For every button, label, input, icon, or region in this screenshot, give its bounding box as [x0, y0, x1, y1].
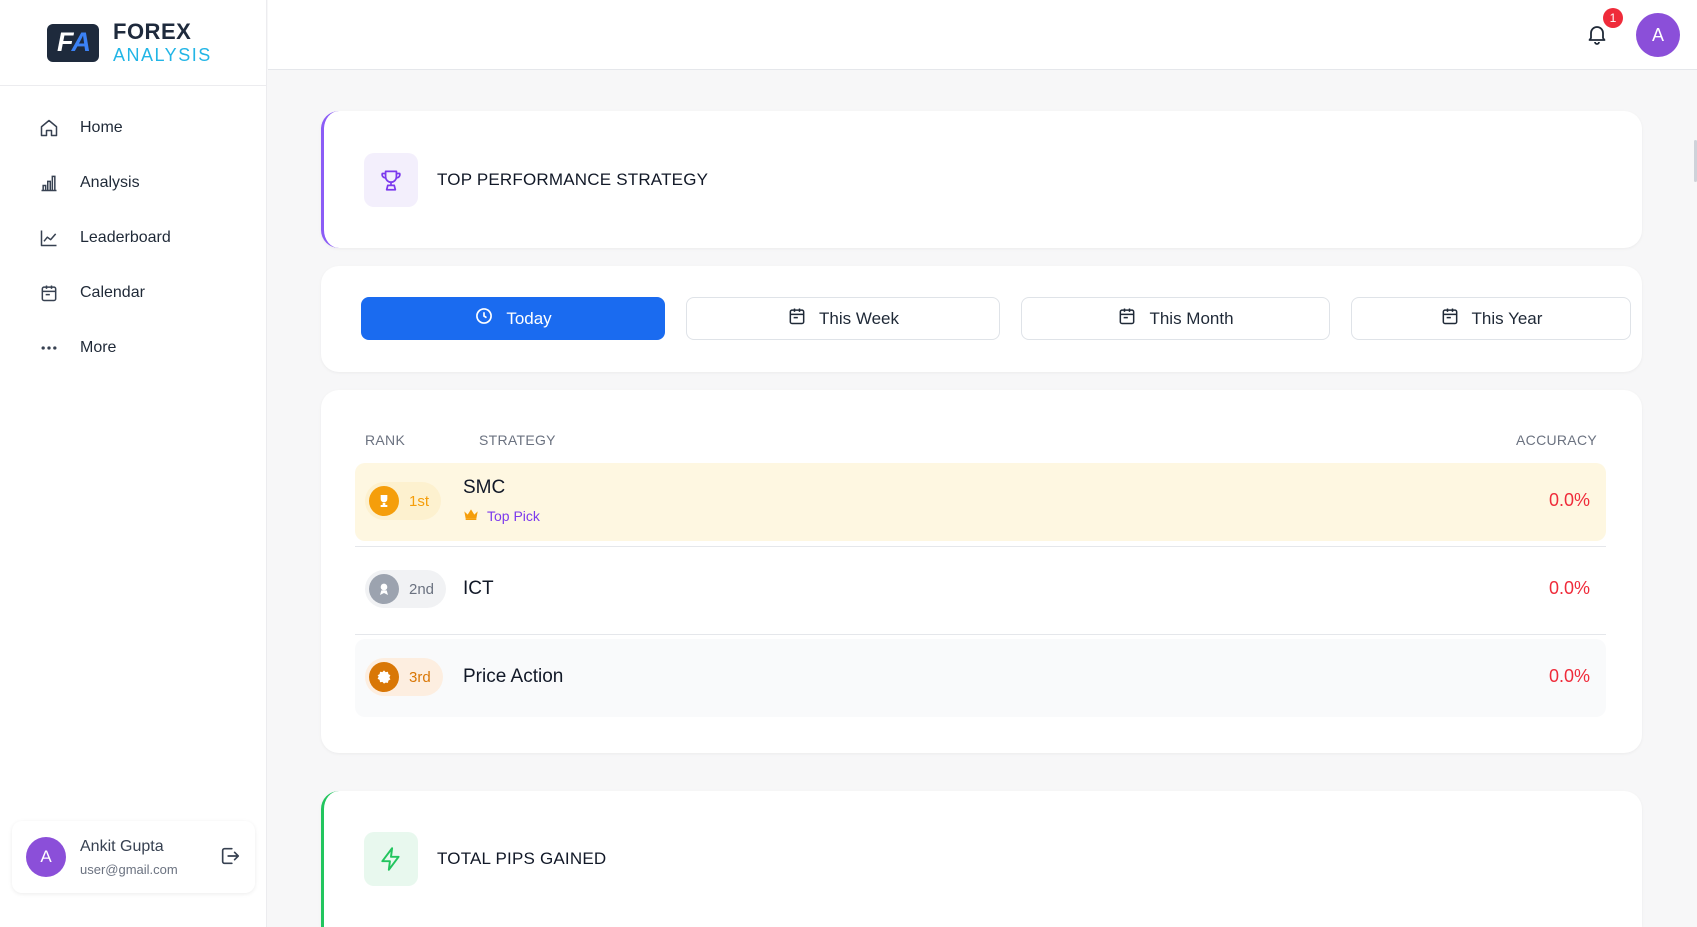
sidebar-nav: Home Analysis Leaderboard Calendar More: [0, 86, 266, 375]
sidebar: FA FOREX ANALYSIS Home Analysis Leaderbo…: [0, 0, 267, 927]
crown-icon: [463, 507, 479, 524]
tab-label: This Week: [819, 308, 899, 328]
top-strategy-card: TOP PERFORMANCE STRATEGY: [321, 111, 1642, 248]
tab-label: This Month: [1149, 308, 1234, 328]
strategy-name: ICT: [463, 578, 494, 599]
sidebar-item-leaderboard[interactable]: Leaderboard: [0, 210, 266, 265]
notification-badge: 1: [1603, 8, 1623, 28]
total-pips-title: TOTAL PIPS GAINED: [437, 849, 607, 868]
sidebar-item-label: Home: [80, 118, 123, 136]
total-pips-header: TOTAL PIPS GAINED: [324, 791, 1642, 927]
table-row[interactable]: 2nd ICT 0.0%: [355, 551, 1606, 629]
user-name: Ankit Gupta: [80, 837, 164, 855]
column-header-rank: RANK: [365, 432, 406, 448]
column-header-accuracy: ACCURACY: [1516, 432, 1597, 448]
calendar-icon: [1440, 306, 1460, 331]
brand-subtitle: ANALYSIS: [113, 45, 212, 65]
profile-avatar[interactable]: A: [1636, 13, 1680, 57]
rank-label: 1st: [409, 492, 430, 510]
calendar-icon: [787, 306, 807, 331]
sidebar-item-label: Analysis: [80, 173, 140, 191]
row-divider: [355, 634, 1606, 635]
logo: FA: [47, 23, 99, 62]
trophy-icon: [364, 152, 418, 207]
rank-label: 3rd: [409, 668, 431, 686]
strategy-name: Price Action: [463, 666, 564, 687]
sidebar-item-calendar[interactable]: Calendar: [0, 265, 266, 320]
user-info: Ankit Gupta user@gmail.com: [80, 838, 178, 877]
sidebar-item-label: More: [80, 338, 117, 356]
logo-letter-f: F: [57, 27, 73, 57]
row-divider: [355, 546, 1606, 547]
tab-this-week[interactable]: This Week: [686, 297, 1000, 340]
avatar: A: [26, 837, 66, 877]
calendar-icon: [38, 282, 60, 304]
app-root: FA FOREX ANALYSIS Home Analysis Leaderbo…: [0, 0, 1697, 927]
strategy-name: SMC: [463, 477, 506, 498]
column-header-strategy: STRATEGY: [479, 432, 556, 448]
period-tabs-card: Today This Week This Month This Year: [321, 266, 1642, 372]
more-dots-icon: [38, 337, 60, 359]
rank-label: 2nd: [409, 580, 435, 598]
sidebar-item-label: Calendar: [80, 283, 145, 301]
rank-pill: 2nd: [365, 570, 447, 608]
rank-pill: 3rd: [365, 658, 443, 696]
accuracy-value: 0.0%: [1548, 578, 1590, 598]
logo-letter-a: A: [71, 27, 91, 57]
sidebar-item-home[interactable]: Home: [0, 100, 266, 155]
calendar-icon: [1117, 306, 1137, 331]
top-pick-label: Top Pick: [487, 507, 540, 524]
user-card[interactable]: A Ankit Gupta user@gmail.com: [12, 821, 255, 893]
top-strategy-title: TOP PERFORMANCE STRATEGY: [437, 169, 709, 189]
award-icon: [369, 662, 399, 692]
clock-icon: [474, 306, 494, 331]
rank-pill: 1st: [365, 482, 442, 520]
logout-icon[interactable]: [219, 845, 241, 867]
strategy-table-card: RANK STRATEGY ACCURACY 1st SMC Top Pick …: [321, 390, 1642, 753]
tab-today[interactable]: Today: [361, 297, 665, 340]
user-email: user@gmail.com: [80, 861, 178, 877]
bar-chart-icon: [38, 172, 60, 194]
tab-this-month[interactable]: This Month: [1021, 297, 1330, 340]
tab-this-year[interactable]: This Year: [1351, 297, 1631, 340]
trophy-icon: [369, 486, 399, 516]
accuracy-value: 0.0%: [1548, 666, 1590, 686]
accuracy-value: 0.0%: [1548, 490, 1590, 510]
table-row[interactable]: 1st SMC Top Pick 0.0%: [355, 463, 1606, 541]
topbar: 1 A: [268, 0, 1697, 70]
tab-label: This Year: [1471, 308, 1543, 328]
brand-title: FOREX: [113, 19, 192, 44]
table-row[interactable]: 3rd Price Action 0.0%: [355, 639, 1606, 717]
top-pick-badge: Top Pick: [463, 507, 540, 524]
sidebar-item-more[interactable]: More: [0, 320, 266, 375]
brand-text: FOREX ANALYSIS: [113, 19, 212, 65]
top-strategy-header: TOP PERFORMANCE STRATEGY: [324, 111, 1642, 248]
home-icon: [38, 117, 60, 139]
medal-icon: [369, 574, 399, 604]
brand[interactable]: FA FOREX ANALYSIS: [0, 0, 266, 86]
total-pips-card: TOTAL PIPS GAINED: [321, 791, 1642, 927]
sidebar-item-label: Leaderboard: [80, 228, 171, 246]
tab-label: Today: [506, 308, 552, 328]
sidebar-item-analysis[interactable]: Analysis: [0, 155, 266, 210]
line-chart-icon: [38, 227, 60, 249]
lightning-icon: [364, 832, 418, 886]
table-header: RANK STRATEGY ACCURACY: [321, 432, 1642, 452]
